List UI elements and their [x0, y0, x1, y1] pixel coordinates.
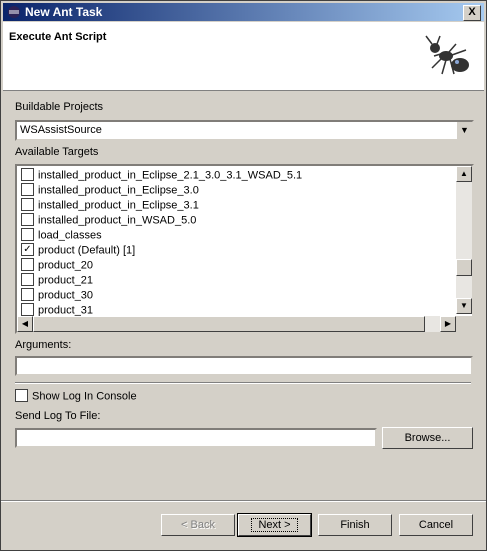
buildable-projects-value: WSAssistSource: [20, 124, 102, 136]
target-checkbox[interactable]: [21, 288, 34, 301]
scroll-up-icon[interactable]: ▲: [456, 166, 472, 182]
show-log-label: Show Log In Console: [32, 390, 137, 403]
target-checkbox[interactable]: [21, 198, 34, 211]
list-item[interactable]: installed_product_in_WSAD_5.0: [21, 213, 197, 229]
finish-button[interactable]: Finish: [318, 514, 392, 536]
eclipse-icon: [8, 6, 20, 18]
log-file-field[interactable]: [15, 428, 377, 448]
send-log-label: Send Log To File:: [15, 410, 101, 422]
next-button[interactable]: Next >: [237, 513, 312, 537]
target-label: installed_product_in_Eclipse_2.1_3.0_3.1…: [38, 169, 303, 182]
list-item[interactable]: product_30: [21, 288, 94, 304]
target-label: installed_product_in_Eclipse_3.1: [38, 199, 199, 212]
horizontal-scrollbar[interactable]: ◀ ▶: [17, 316, 456, 332]
window-title: New Ant Task: [25, 5, 103, 19]
scroll-corner: [456, 316, 472, 332]
target-label: product_21: [38, 274, 94, 287]
list-item[interactable]: product_20: [21, 258, 94, 274]
target-label: product (Default) [1]: [38, 244, 136, 257]
chevron-down-icon[interactable]: ▼: [456, 122, 472, 139]
target-checkbox[interactable]: [21, 303, 34, 316]
scroll-right-icon[interactable]: ▶: [440, 316, 456, 332]
list-item[interactable]: installed_product_in_Eclipse_2.1_3.0_3.1…: [21, 168, 303, 184]
target-checkbox-checked[interactable]: ✓: [21, 243, 34, 256]
scroll-left-icon[interactable]: ◀: [17, 316, 33, 332]
target-label: load_classes: [38, 229, 102, 242]
list-item[interactable]: installed_product_in_Eclipse_3.1: [21, 198, 199, 214]
target-checkbox[interactable]: [21, 168, 34, 181]
back-button[interactable]: < Back: [161, 514, 235, 536]
target-checkbox[interactable]: [21, 183, 34, 196]
cancel-button[interactable]: Cancel: [399, 514, 473, 536]
target-checkbox[interactable]: [21, 228, 34, 241]
arguments-field[interactable]: [15, 356, 473, 376]
scroll-down-icon[interactable]: ▼: [456, 298, 472, 314]
list-item[interactable]: ✓ product (Default) [1]: [21, 243, 136, 259]
buildable-projects-label: Buildable Projects: [15, 101, 104, 113]
browse-button[interactable]: Browse...: [382, 427, 473, 449]
close-icon: X: [468, 6, 476, 18]
vertical-scrollbar[interactable]: ▲ ▼: [456, 166, 472, 314]
wizard-header: Execute Ant Script: [3, 22, 484, 91]
new-ant-task-dialog: New Ant Task X Execute Ant Script Builda…: [0, 0, 487, 551]
target-label: installed_product_in_Eclipse_3.0: [38, 184, 199, 197]
arguments-label: Arguments:: [15, 339, 72, 351]
close-button[interactable]: X: [463, 5, 481, 21]
target-label: product_20: [38, 259, 94, 272]
target-checkbox[interactable]: [21, 273, 34, 286]
target-label: product_31: [38, 304, 94, 317]
target-label: installed_product_in_WSAD_5.0: [38, 214, 197, 227]
footer-divider: [1, 500, 486, 502]
available-targets-list[interactable]: installed_product_in_Eclipse_2.1_3.0_3.1…: [15, 164, 474, 334]
next-button-label: Next >: [251, 518, 298, 532]
list-item[interactable]: load_classes: [21, 228, 102, 244]
list-item[interactable]: installed_product_in_Eclipse_3.0: [21, 183, 199, 199]
ant-logo-icon: [425, 35, 469, 75]
list-item[interactable]: product_21: [21, 273, 94, 289]
available-targets-label: Available Targets: [15, 146, 99, 158]
page-title: Execute Ant Script: [9, 31, 107, 43]
title-bar[interactable]: New Ant Task X: [3, 3, 484, 21]
divider: [15, 382, 471, 384]
buildable-projects-select[interactable]: WSAssistSource ▼: [15, 120, 474, 141]
horizontal-scroll-thumb[interactable]: [33, 316, 425, 332]
target-checkbox[interactable]: [21, 213, 34, 226]
show-log-checkbox[interactable]: [15, 389, 28, 402]
target-label: product_30: [38, 289, 94, 302]
show-log-option[interactable]: Show Log In Console: [15, 389, 137, 403]
target-checkbox[interactable]: [21, 258, 34, 271]
vertical-scroll-thumb[interactable]: [456, 259, 472, 276]
